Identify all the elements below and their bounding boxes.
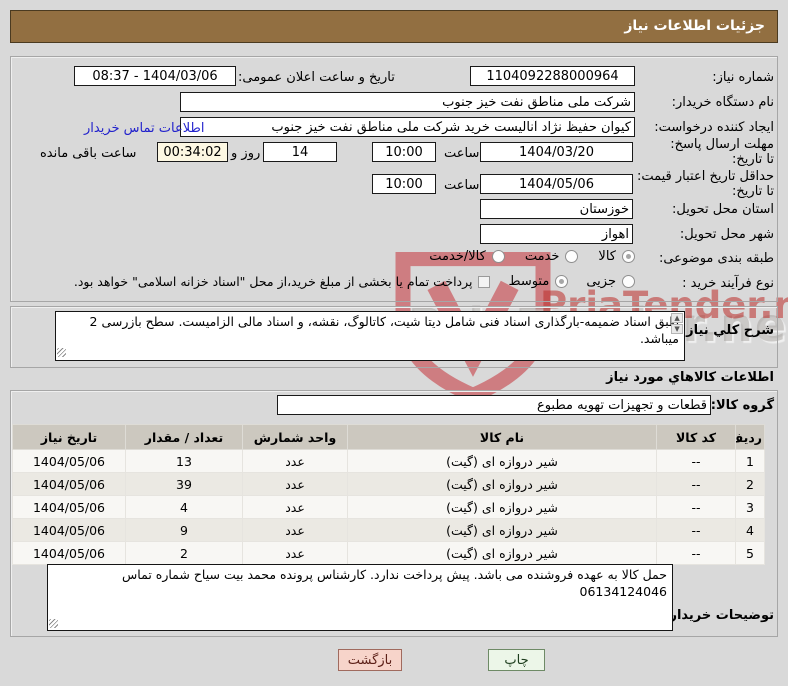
remaining-suffix-label: ساعت باقی مانده <box>40 146 137 161</box>
process-type-radio-group: جزیی متوسط پرداخت تمام یا بخشی از مبلغ خ… <box>55 274 635 289</box>
column-header: ردیف <box>735 424 765 450</box>
response-deadline-time-input[interactable] <box>372 142 436 162</box>
province-label: استان محل تحویل: <box>672 202 774 217</box>
treasury-checkbox-option[interactable]: پرداخت تمام یا بخشی از مبلغ خرید،از محل … <box>74 274 491 289</box>
table-row[interactable]: 3 -- شیر دروازه ای (گیت) عدد 4 1404/05/06 <box>12 495 765 519</box>
announce-datetime-input[interactable] <box>74 66 236 86</box>
buyer-org-input[interactable] <box>180 92 635 112</box>
response-deadline-label: مهلت ارسال پاسخ: تا تاریخ: <box>670 137 774 167</box>
radio-icon[interactable] <box>565 250 579 263</box>
classification-label: طبقه بندی موضوعی: <box>658 251 774 266</box>
radio-label: خدمت <box>524 249 560 264</box>
remaining-countdown-box: 00:34:02 <box>157 142 228 162</box>
city-label: شهر محل تحویل: <box>679 227 774 242</box>
table-row[interactable]: 4 -- شیر دروازه ای (گیت) عدد 9 1404/05/06 <box>12 518 765 542</box>
radio-option-service[interactable]: خدمت <box>525 249 579 264</box>
buyer-contact-link[interactable]: اطلاعات تماس خریدار <box>84 121 204 136</box>
buyer-notes-label: توضیحات خریدار: <box>664 608 774 623</box>
request-creator-input[interactable] <box>180 117 635 137</box>
radio-option-goods[interactable]: کالا <box>598 249 635 264</box>
price-validity-label: حداقل تاریخ اعتبار قیمت: تا تاریخ: <box>636 169 774 199</box>
resize-handle-icon[interactable] <box>57 348 66 357</box>
price-validity-time-input[interactable] <box>372 174 436 194</box>
radio-label: جزیی <box>586 274 616 289</box>
description-textarea[interactable]: طبق اسناد ضمیمه-بارگذاری اسناد فنی شامل … <box>55 311 685 361</box>
table-row[interactable]: 1 -- شیر دروازه ای (گیت) عدد 13 1404/05/06 <box>12 449 765 473</box>
scroll-up-icon[interactable]: ▲ <box>671 313 683 323</box>
description-label: شرح کلي نیاز: <box>680 323 774 338</box>
radio-label: کالا/خدمت <box>429 249 486 264</box>
goods-group-input[interactable] <box>277 395 711 415</box>
price-validity-date-input[interactable] <box>480 174 633 194</box>
page-title: جزئیات اطلاعات نیاز <box>10 10 778 43</box>
buyer-org-label: نام دستگاه خریدار: <box>671 95 774 110</box>
column-header: تعداد / مقدار <box>125 424 243 450</box>
buyer-notes-textarea[interactable]: حمل کالا به عهده فروشنده می باشد. پیش پر… <box>47 564 673 631</box>
remaining-days-label: روز و <box>231 146 261 161</box>
scrollbar[interactable]: ▲ ▼ <box>671 313 683 334</box>
column-header: کد کالا <box>656 424 736 450</box>
column-header: تاریخ نیاز <box>12 424 126 450</box>
radio-icon[interactable] <box>622 250 635 263</box>
classification-radio-group: کالا خدمت کالا/خدمت <box>429 249 635 264</box>
radio-icon[interactable] <box>555 275 569 288</box>
column-header: نام کالا <box>347 424 657 450</box>
radio-option-goods-service[interactable]: کالا/خدمت <box>429 249 505 264</box>
goods-group-label: گروه کالا: <box>710 398 774 413</box>
table-row[interactable]: 5 -- شیر دروازه ای (گیت) عدد 2 1404/05/06 <box>12 541 765 565</box>
table-header-row: ردیفکد کالانام کالاواحد شمارشتعداد / مقد… <box>12 424 765 450</box>
radio-label: متوسط <box>508 274 550 289</box>
price-validity-hour-label: ساعت <box>444 178 480 193</box>
radio-icon[interactable] <box>622 275 635 288</box>
back-button[interactable]: بازگشت <box>338 649 402 671</box>
treasury-checkbox-label: پرداخت تمام یا بخشی از مبلغ خرید،از محل … <box>73 274 473 289</box>
city-input[interactable] <box>480 224 633 244</box>
response-deadline-date-input[interactable] <box>480 142 633 162</box>
response-deadline-hour-label: ساعت <box>444 146 480 161</box>
radio-option-medium[interactable]: متوسط <box>508 274 569 289</box>
column-header: واحد شمارش <box>242 424 348 450</box>
radio-label: کالا <box>598 249 616 264</box>
process-type-label: نوع فرآیند خرید : <box>682 276 774 291</box>
radio-option-minor[interactable]: جزیی <box>586 274 635 289</box>
scroll-down-icon[interactable]: ▼ <box>671 324 683 334</box>
goods-table-wrap: ردیفکد کالانام کالاواحد شمارشتعداد / مقد… <box>12 424 765 565</box>
resize-handle-icon[interactable] <box>49 619 58 628</box>
request-creator-label: ایجاد کننده درخواست: <box>654 120 774 135</box>
print-button[interactable]: چاپ <box>488 649 545 671</box>
province-input[interactable] <box>480 199 633 219</box>
checkbox-icon[interactable] <box>478 275 491 288</box>
need-details-page: PriaTender.neT PriaTender.neT جزئیات اطل… <box>0 0 788 686</box>
need-number-input[interactable] <box>470 66 635 86</box>
radio-icon[interactable] <box>491 250 505 263</box>
table-row[interactable]: 2 -- شیر دروازه ای (گیت) عدد 39 1404/05/06 <box>12 472 765 496</box>
remaining-days-box: 14 <box>263 142 337 162</box>
announce-datetime-label: تاریخ و ساعت اعلان عمومی: <box>238 70 395 85</box>
need-number-label: شماره نیاز: <box>712 70 774 85</box>
goods-table: ردیفکد کالانام کالاواحد شمارشتعداد / مقد… <box>12 424 765 565</box>
goods-section-header: اطلاعات کالاهاي مورد نیاز <box>606 370 774 385</box>
